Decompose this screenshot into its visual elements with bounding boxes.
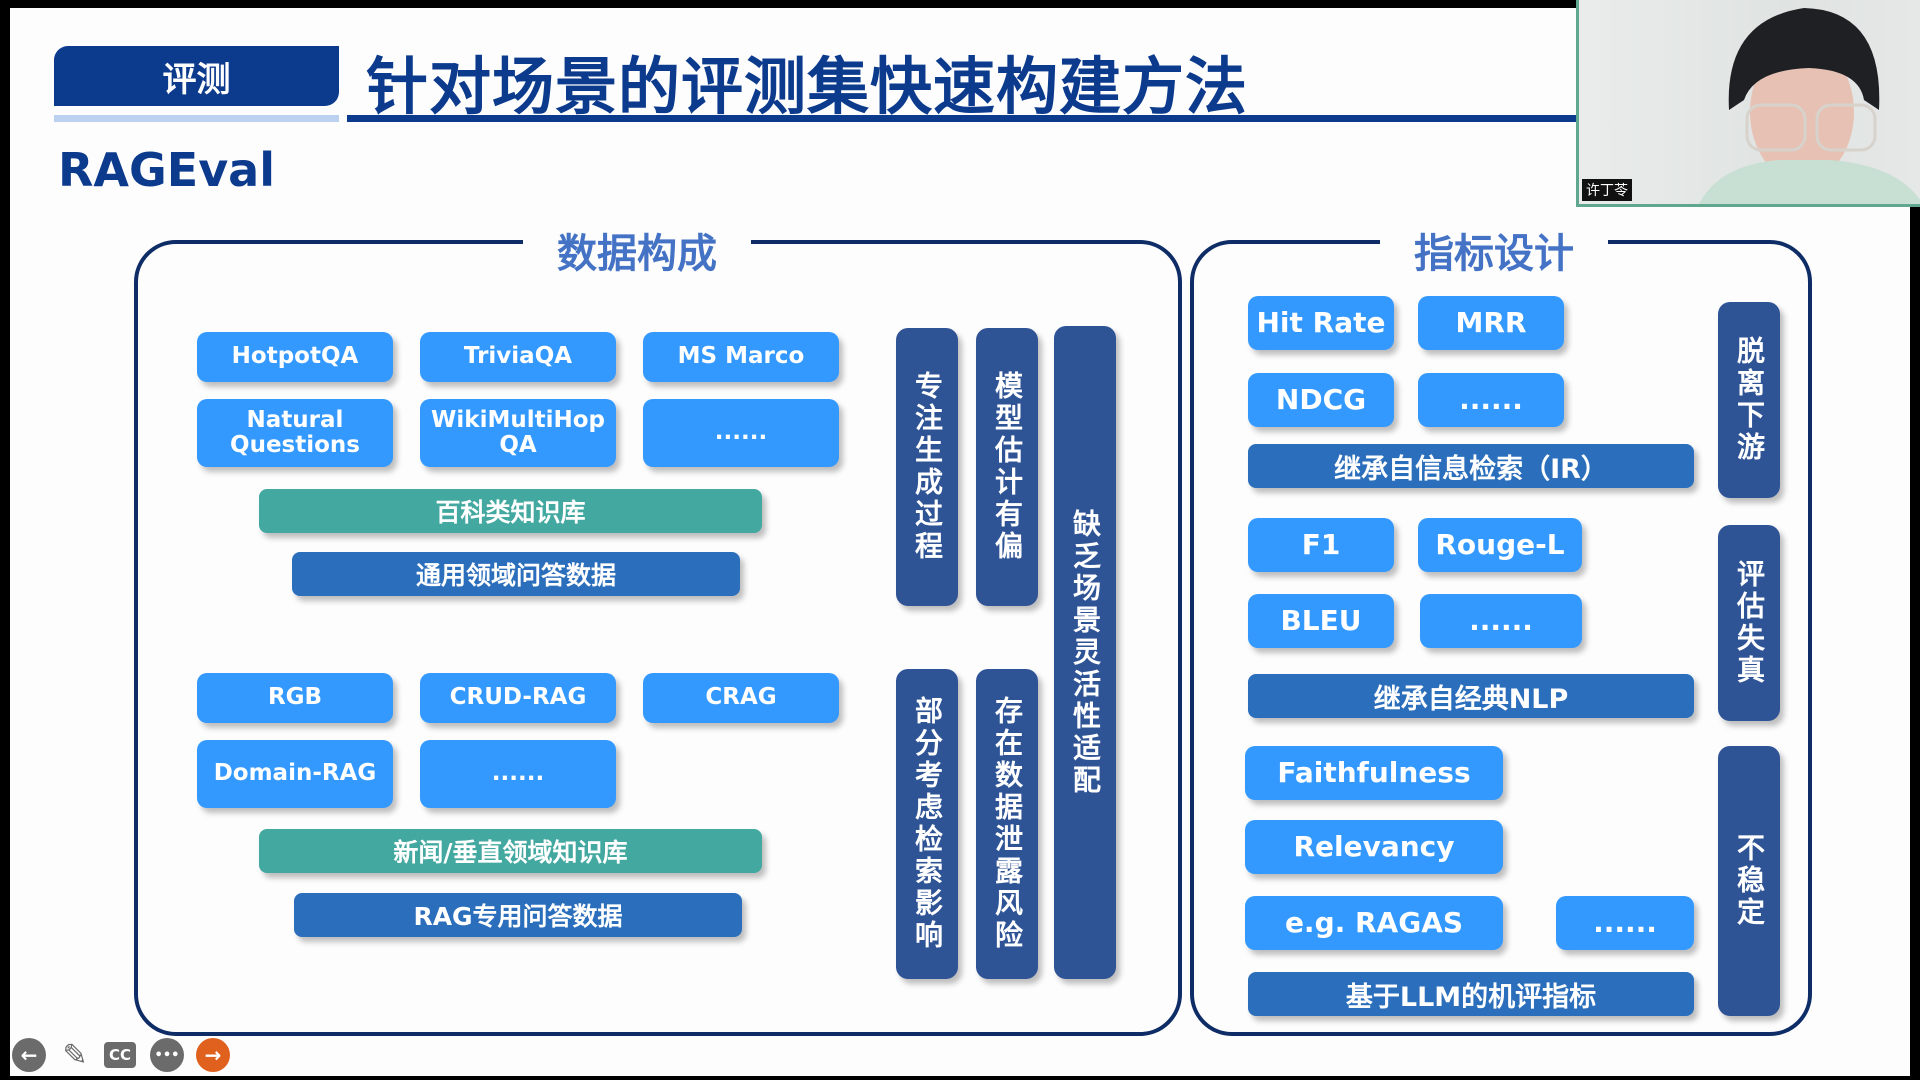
presenter-video-icon <box>1699 8 1920 204</box>
metric-chip: BLEU <box>1248 594 1394 648</box>
section-tag: 评测 <box>54 46 339 106</box>
dataset-chip: RGB <box>197 673 393 723</box>
metric-chip: Hit Rate <box>1248 296 1394 350</box>
metric-chip: NDCG <box>1248 373 1394 427</box>
dataset-chip: HotpotQA <box>197 332 393 382</box>
knowledge-base-bar: 新闻/垂直领域知识库 <box>259 829 762 873</box>
metric-chip: e.g. RAGAS <box>1245 896 1503 950</box>
pen-button[interactable]: ✎ <box>58 1037 92 1073</box>
metric-chip: Relevancy <box>1245 820 1503 874</box>
dataset-chip-more: ...... <box>420 740 616 808</box>
more-icon: ••• <box>154 1047 180 1063</box>
webcam-video: 许丁苓 <box>1576 0 1920 207</box>
knowledge-base-bar: 百科类知识库 <box>259 489 762 533</box>
dataset-chip: Natural Questions <box>197 399 393 467</box>
dataset-chip: TriviaQA <box>420 332 616 382</box>
pen-icon: ✎ <box>62 1037 88 1073</box>
qa-data-bar: RAG专用问答数据 <box>294 893 742 937</box>
presenter-name: 许丁苓 <box>1582 179 1632 201</box>
dataset-chip: MS Marco <box>643 332 839 382</box>
data-panel-title: 数据构成 <box>523 221 751 279</box>
slide-title: 针对场景的评测集快速构建方法 <box>366 50 1249 123</box>
more-button[interactable]: ••• <box>150 1038 184 1072</box>
slide-subtitle: RAGEval <box>58 143 275 197</box>
issue-bar: 模型估计有偏 <box>976 328 1038 606</box>
metric-panel-title: 指标设计 <box>1380 221 1608 279</box>
metric-issue-bar: 脱离下游 <box>1718 302 1780 498</box>
metric-chip: F1 <box>1248 518 1394 572</box>
tag-underline <box>54 115 339 122</box>
nlp-label-bar: 继承自经典NLP <box>1248 674 1694 718</box>
dataset-chip: CRAG <box>643 673 839 723</box>
metric-chip: MRR <box>1418 296 1564 350</box>
metric-chip: Rouge-L <box>1418 518 1582 572</box>
metric-chip: Faithfulness <box>1245 746 1503 800</box>
cc-icon: CC <box>108 1046 132 1064</box>
issue-bar: 专注生成过程 <box>896 328 958 606</box>
issue-bar-wide: 缺乏场景灵活性适配 <box>1054 326 1116 979</box>
llm-label-bar: 基于LLM的机评指标 <box>1248 972 1694 1016</box>
issue-bar: 存在数据泄露风险 <box>976 669 1038 979</box>
metric-chip-more: ...... <box>1420 594 1582 648</box>
dataset-chip: Domain-RAG <box>197 740 393 808</box>
ir-label-bar: 继承自信息检索（IR） <box>1248 444 1694 488</box>
dataset-chip: CRUD-RAG <box>420 673 616 723</box>
metric-issue-bar: 不稳定 <box>1718 746 1780 1016</box>
metric-issue-bar: 评估失真 <box>1718 525 1780 721</box>
dataset-chip-more: ...... <box>643 399 839 467</box>
captions-button[interactable]: CC <box>104 1042 136 1068</box>
metric-chip-more: ...... <box>1418 373 1564 427</box>
next-button[interactable]: → <box>196 1038 230 1072</box>
back-button[interactable]: ← <box>12 1038 46 1072</box>
metric-chip-more: ...... <box>1556 896 1694 950</box>
arrow-left-icon: ← <box>20 1043 38 1067</box>
qa-data-bar: 通用领域问答数据 <box>292 552 740 596</box>
arrow-right-icon: → <box>204 1043 222 1067</box>
dataset-chip: WikiMultiHop QA <box>420 399 616 467</box>
issue-bar: 部分考虑检索影响 <box>896 669 958 979</box>
